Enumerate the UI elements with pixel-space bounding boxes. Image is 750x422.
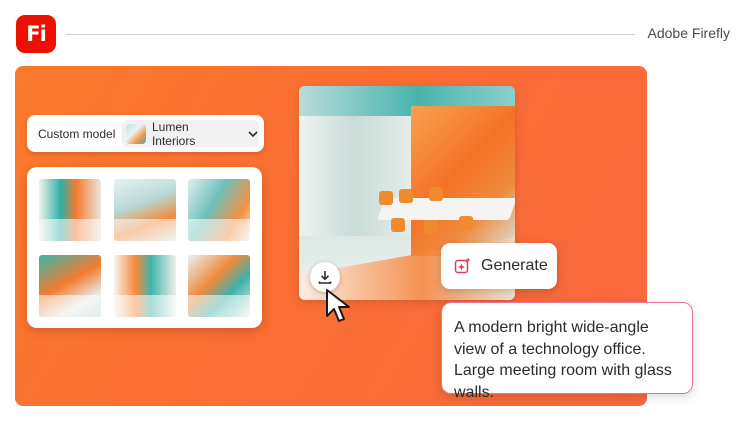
grid-image[interactable]	[114, 255, 176, 317]
brand-name: Adobe Firefly	[647, 25, 730, 41]
generate-button[interactable]: Generate	[441, 243, 557, 289]
grid-image[interactable]	[188, 255, 250, 317]
custom-model-bar: Custom model Lumen Interiors	[27, 115, 264, 152]
cursor-arrow-icon	[326, 289, 350, 322]
sparkle-generate-icon	[454, 257, 471, 274]
grid-image[interactable]	[39, 255, 101, 317]
model-name: Lumen Interiors	[151, 119, 196, 148]
custom-model-label: Custom model	[38, 126, 116, 141]
prompt-input[interactable]: A modern bright wide-angle view of a tec…	[441, 302, 693, 401]
grid-image[interactable]	[188, 179, 250, 241]
chevron-down-icon	[247, 127, 260, 140]
grid-image[interactable]	[114, 179, 176, 241]
firefly-logo: Fi	[16, 15, 56, 53]
generate-label: Generate	[481, 257, 548, 274]
model-dropdown[interactable]: Lumen Interiors	[122, 119, 260, 148]
grid-image[interactable]	[39, 179, 101, 241]
download-icon	[318, 271, 332, 284]
model-thumbnail	[126, 123, 146, 144]
generated-images-grid	[27, 167, 262, 328]
header-divider	[66, 34, 635, 35]
